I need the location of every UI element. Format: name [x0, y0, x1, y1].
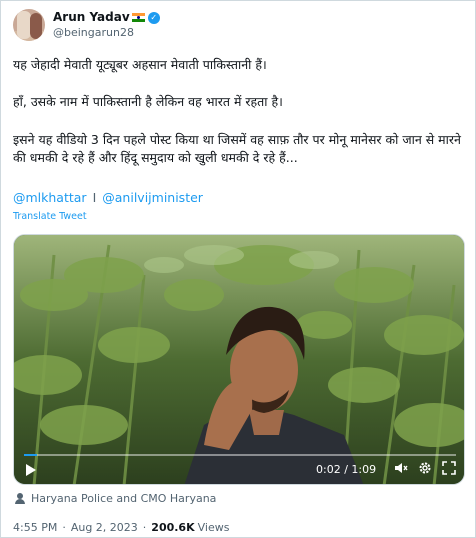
author-block: Arun Yadav ✓ @beingarun28: [53, 10, 160, 40]
tagged-label: Haryana Police and CMO Haryana: [31, 492, 217, 505]
meta-separator-2: ·: [142, 521, 147, 534]
video-time: 0:02 / 1:09: [316, 463, 377, 476]
video-progress-bar[interactable]: [24, 454, 456, 456]
mentions: @mlkhattar I @anilvijminister: [13, 190, 203, 205]
video-frame: [14, 235, 464, 484]
tweet-card: Arun Yadav ✓ @beingarun28 यह जेहादी मेवा…: [0, 0, 476, 538]
mention-mlkhattar[interactable]: @mlkhattar: [13, 190, 87, 205]
verified-badge-icon: ✓: [147, 11, 160, 24]
play-icon[interactable]: [26, 464, 36, 476]
views-count: 200.6K: [151, 521, 195, 534]
author-name[interactable]: Arun Yadav: [53, 10, 130, 25]
tweet-text-line-1: यह जेहादी मेवाती यूट्यूबर अहसान मेवाती प…: [13, 57, 267, 72]
person-icon: [15, 493, 25, 504]
avatar[interactable]: [13, 9, 45, 41]
tweet-text-line-3: इसने यह वीडियो 3 दिन पहले पोस्ट किया था …: [13, 132, 461, 165]
india-flag-icon: [131, 13, 145, 22]
meta-separator: ·: [62, 521, 66, 534]
views-label: Views: [197, 521, 230, 534]
tweet-time[interactable]: 4:55 PM: [13, 521, 57, 534]
mention-separator: I: [92, 190, 97, 205]
tweet-meta: 4:55 PM · Aug 2, 2023 · 200.6K Views: [13, 521, 229, 534]
video-player[interactable]: 0:02 / 1:09: [13, 234, 465, 485]
translate-tweet-link[interactable]: Translate Tweet: [13, 211, 87, 222]
tagged-people[interactable]: Haryana Police and CMO Haryana: [15, 492, 216, 505]
tweet-date[interactable]: Aug 2, 2023: [71, 521, 138, 534]
tweet-header: Arun Yadav ✓ @beingarun28: [13, 5, 160, 45]
video-controls: 0:02 / 1:09: [14, 450, 464, 484]
author-handle[interactable]: @beingarun28: [53, 25, 160, 40]
tweet-text-line-2: हाँ, उसके नाम में पाकिस्तानी है लेकिन वह…: [13, 94, 283, 109]
mention-anilvijminister[interactable]: @anilvijminister: [102, 190, 203, 205]
video-progress-fill: [24, 454, 37, 456]
